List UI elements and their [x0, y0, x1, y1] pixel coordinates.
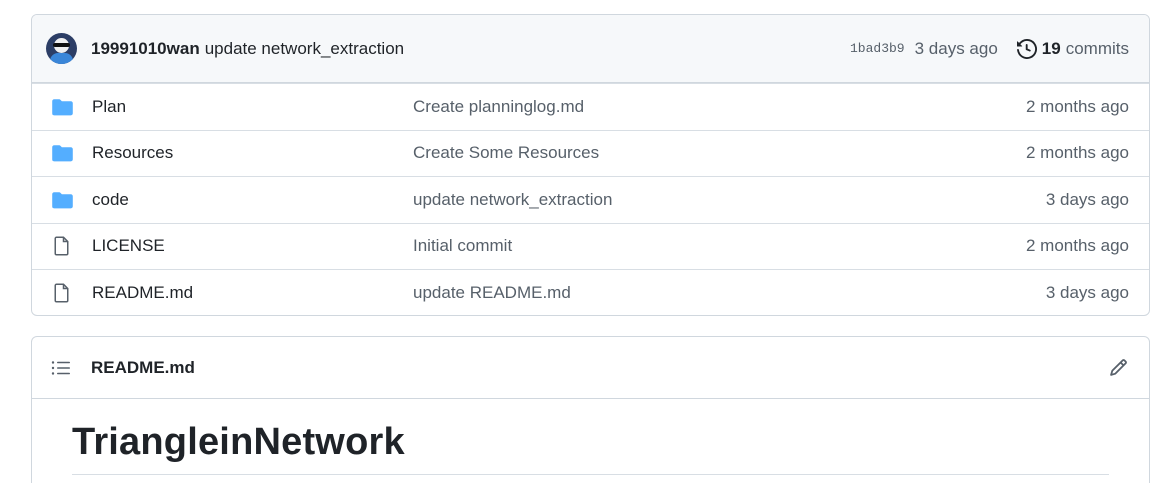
file-browser: 19991010wan update network_extraction 1b…	[31, 14, 1150, 316]
file-time: 2 months ago	[1025, 143, 1129, 163]
folder-icon	[51, 97, 73, 117]
commit-message-link[interactable]: update network_extraction	[205, 39, 404, 59]
commit-time: 3 days ago	[914, 38, 998, 58]
table-row[interactable]: Plan Create planninglog.md 2 months ago	[32, 83, 1149, 130]
file-commit-link[interactable]: update network_extraction	[413, 190, 612, 210]
file-time: 3 days ago	[1045, 189, 1129, 209]
history-icon	[1016, 38, 1037, 59]
table-row[interactable]: README.md update README.md 3 days ago	[32, 269, 1149, 315]
commit-author-link[interactable]: 19991010wan	[91, 39, 200, 59]
folder-icon	[51, 190, 73, 210]
file-name-link[interactable]: LICENSE	[92, 236, 165, 256]
file-time: 2 months ago	[1025, 96, 1129, 116]
file-commit-link[interactable]: update README.md	[413, 283, 571, 303]
file-commit-link[interactable]: Initial commit	[413, 236, 512, 256]
commits-history-link[interactable]: 19 commits	[1016, 38, 1129, 59]
file-time: 2 months ago	[1025, 236, 1129, 256]
file-name-link[interactable]: Plan	[92, 97, 126, 117]
latest-commit-bar: 19991010wan update network_extraction 1b…	[32, 15, 1149, 83]
file-name-link[interactable]: Resources	[92, 143, 173, 163]
folder-icon	[51, 143, 73, 163]
avatar[interactable]	[46, 33, 77, 64]
readme-filename[interactable]: README.md	[91, 358, 195, 378]
readme-content: TriangleinNetwork	[32, 399, 1149, 475]
commit-sha-link[interactable]: 1bad3b9	[850, 41, 905, 56]
file-commit-link[interactable]: Create planninglog.md	[413, 97, 584, 117]
readme-panel: README.md TriangleinNetwork	[31, 336, 1150, 483]
pencil-icon[interactable]	[1107, 357, 1129, 379]
list-icon[interactable]	[51, 360, 71, 376]
commits-count: 19	[1041, 38, 1061, 58]
file-icon	[51, 236, 73, 256]
table-row[interactable]: LICENSE Initial commit 2 months ago	[32, 222, 1149, 270]
file-time: 3 days ago	[1045, 282, 1129, 302]
file-commit-link[interactable]: Create Some Resources	[413, 143, 599, 163]
file-name-link[interactable]: code	[92, 190, 129, 210]
readme-heading: TriangleinNetwork	[72, 421, 1109, 475]
commits-label: commits	[1065, 38, 1129, 58]
table-row[interactable]: Resources Create Some Resources 2 months…	[32, 129, 1149, 177]
readme-header: README.md	[32, 337, 1149, 399]
table-row[interactable]: code update network_extraction 3 days ag…	[32, 176, 1149, 223]
file-name-link[interactable]: README.md	[92, 283, 193, 303]
file-icon	[51, 283, 73, 303]
